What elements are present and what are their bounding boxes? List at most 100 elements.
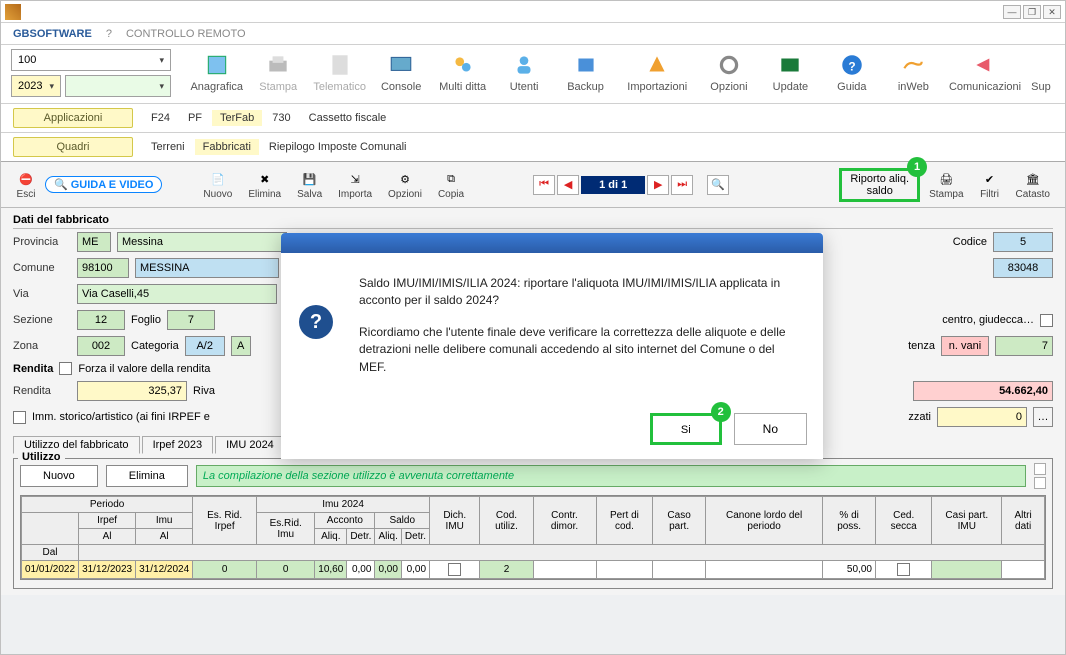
cell-altri[interactable] — [1002, 561, 1045, 579]
restore-button[interactable]: ❐ — [1023, 5, 1041, 19]
btn-elimina[interactable]: ✖Elimina — [241, 166, 288, 203]
scroll-up[interactable] — [1034, 463, 1046, 475]
inp-zona[interactable]: 002 — [77, 336, 125, 356]
btn-opzioni2[interactable]: ⚙Opzioni — [381, 166, 429, 203]
cell-esrid[interactable]: 0 — [193, 561, 257, 579]
tab-terfab[interactable]: TerFab — [212, 110, 262, 126]
inp-via[interactable]: Via Caselli,45 — [77, 284, 277, 304]
tab-cassetto[interactable]: Cassetto fiscale — [301, 110, 395, 126]
hdr-ced: Ced. secca — [875, 497, 931, 545]
cell-contr[interactable] — [533, 561, 596, 579]
menu-gbsoftware[interactable]: GBSOFTWARE — [13, 28, 92, 40]
inp-categoria[interactable]: A/2 — [185, 336, 225, 356]
menu-remote[interactable]: CONTROLLO REMOTO — [126, 28, 246, 40]
chk-storico[interactable] — [13, 411, 26, 424]
ribbon-comunicazioni[interactable]: Comunicazioni — [945, 49, 1025, 93]
ribbon-update[interactable]: Update — [761, 49, 820, 93]
ribbon-stampa[interactable]: Stampa — [248, 49, 307, 93]
tab-irpef2023[interactable]: Irpef 2023 — [142, 436, 214, 454]
pager-last[interactable]: ⏭ — [671, 175, 693, 195]
inp-comune-name[interactable]: MESSINA — [135, 258, 279, 278]
btn-applicazioni[interactable]: Applicazioni — [13, 108, 133, 128]
tab-pf[interactable]: PF — [180, 110, 210, 126]
ribbon-anagrafica[interactable]: Anagrafica — [187, 49, 246, 93]
btn-filtri[interactable]: ✔Filtri — [973, 166, 1007, 203]
cell-sal-detr[interactable]: 0,00 — [401, 561, 429, 579]
btn-search[interactable]: 🔍 — [707, 175, 729, 195]
ribbon-guida[interactable]: ?Guida — [822, 49, 881, 93]
combo-num[interactable]: 100 ▾ — [11, 49, 171, 71]
btn-guida-video[interactable]: 🔍GUIDA E VIDEO — [45, 176, 162, 193]
hdr-dich: Dich. IMU — [430, 497, 480, 545]
btn-util-elimina[interactable]: Elimina — [106, 465, 188, 487]
inp-codice[interactable]: 5 — [993, 232, 1053, 252]
inp-categoria-code[interactable]: A — [231, 336, 251, 356]
cell-dich[interactable] — [430, 561, 480, 579]
ribbon-console[interactable]: Console — [371, 49, 430, 93]
combo-year[interactable]: 2023 ▾ — [11, 75, 61, 97]
inp-comune-code[interactable]: 83048 — [993, 258, 1053, 278]
cell-canone[interactable] — [705, 561, 822, 579]
ribbon-inweb[interactable]: inWeb — [884, 49, 943, 93]
pager-next[interactable]: ▶ — [647, 175, 669, 195]
btn-copia[interactable]: ⧉Copia — [431, 166, 471, 203]
filter-icon: ✔ — [980, 169, 1000, 189]
tab-terreni[interactable]: Terreni — [143, 139, 193, 155]
inp-rendita[interactable]: 325,37 — [77, 381, 187, 401]
btn-esci[interactable]: ⛔Esci — [9, 166, 43, 203]
btn-catasto[interactable]: 🏛Catasto — [1009, 166, 1057, 203]
pager-prev[interactable]: ◀ — [557, 175, 579, 195]
minimize-button[interactable]: — — [1003, 5, 1021, 19]
inp-nvani[interactable]: 7 — [995, 336, 1053, 356]
tab-riepilogo[interactable]: Riepilogo Imposte Comunali — [261, 139, 415, 155]
tab-fabbricati[interactable]: Fabbricati — [195, 139, 259, 155]
btn-util-nuovo[interactable]: Nuovo — [20, 465, 98, 487]
combo-green[interactable]: ▾ — [65, 75, 171, 97]
tab-730[interactable]: 730 — [264, 110, 298, 126]
close-button[interactable]: ✕ — [1043, 5, 1061, 19]
ribbon-backup[interactable]: Backup — [556, 49, 615, 93]
cell-poss[interactable]: 50,00 — [823, 561, 876, 579]
cell-acc-detr[interactable]: 0,00 — [347, 561, 375, 579]
cell-acc-aliq[interactable]: 10,60 — [315, 561, 347, 579]
inp-provincia-code[interactable]: ME — [77, 232, 111, 252]
btn-importa[interactable]: ⇲Importa — [331, 166, 379, 203]
ribbon-sup[interactable]: Sup — [1027, 49, 1055, 93]
inp-sezione[interactable]: 12 — [77, 310, 125, 330]
ribbon-telematico[interactable]: Telematico — [310, 49, 369, 93]
tab-f24[interactable]: F24 — [143, 110, 178, 126]
ribbon-multiditta[interactable]: Multi ditta — [433, 49, 492, 93]
cell-pert[interactable] — [596, 561, 653, 579]
btn-riporto-aliq-saldo[interactable]: 1 Riporto aliq. saldo — [839, 168, 920, 202]
modal-btn-si[interactable]: 2 Si — [650, 413, 722, 445]
tab-imu2024[interactable]: IMU 2024 — [215, 436, 285, 454]
chk-forza[interactable] — [59, 362, 72, 375]
ribbon-importazioni[interactable]: Importazioni — [617, 49, 697, 93]
btn-salva[interactable]: 💾Salva — [290, 166, 329, 203]
cell-dal[interactable]: 01/01/2022 — [22, 561, 79, 579]
menu-help[interactable]: ? — [106, 28, 112, 40]
btn-nuovo[interactable]: 📄Nuovo — [196, 166, 239, 203]
inp-zzati[interactable]: 0 — [937, 407, 1027, 427]
ribbon-opzioni[interactable]: Opzioni — [699, 49, 758, 93]
inp-cap[interactable]: 98100 — [77, 258, 129, 278]
btn-quadri[interactable]: Quadri — [13, 137, 133, 157]
cell-codutil[interactable]: 2 — [480, 561, 533, 579]
cell-caso[interactable] — [653, 561, 706, 579]
table-row[interactable]: 01/01/2022 31/12/2023 31/12/2024 0 0 10,… — [22, 561, 1045, 579]
pager-first[interactable]: ⏮ — [533, 175, 555, 195]
inp-provincia-name[interactable]: Messina — [117, 232, 287, 252]
ribbon-utenti[interactable]: Utenti — [494, 49, 553, 93]
cell-al-imu[interactable]: 31/12/2024 — [136, 561, 193, 579]
cell-esrid-imu[interactable]: 0 — [257, 561, 315, 579]
cell-sal-aliq[interactable]: 0,00 — [375, 561, 401, 579]
scroll-down[interactable] — [1034, 477, 1046, 489]
btn-stampa2[interactable]: 🖨Stampa — [922, 166, 970, 203]
cell-casi[interactable] — [932, 561, 1002, 579]
cell-ced[interactable] — [875, 561, 931, 579]
cell-al-irpef[interactable]: 31/12/2023 — [79, 561, 136, 579]
modal-btn-no[interactable]: No — [734, 413, 807, 445]
inp-foglio[interactable]: 7 — [167, 310, 215, 330]
btn-ellipsis[interactable]: … — [1033, 407, 1053, 427]
chk-centro[interactable] — [1040, 314, 1053, 327]
